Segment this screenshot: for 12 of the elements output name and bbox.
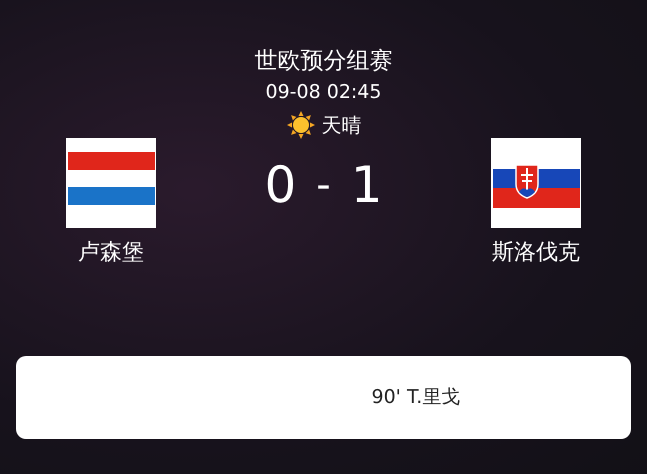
sun-icon xyxy=(286,110,316,140)
team-name: 斯洛伐克 xyxy=(492,242,580,264)
team-name: 卢森堡 xyxy=(78,242,144,264)
competition-title: 世欧预分组赛 xyxy=(254,50,392,73)
goal-event: 90' T.里戈 xyxy=(370,385,462,410)
away-score: 1 xyxy=(350,160,383,210)
flag-icon xyxy=(491,138,581,228)
score-separator: - xyxy=(316,165,331,205)
match-datetime: 09-08 02:45 xyxy=(265,83,382,102)
weather-text: 天晴 xyxy=(322,115,362,135)
flag-icon xyxy=(66,138,156,228)
home-score: 0 xyxy=(264,160,296,210)
